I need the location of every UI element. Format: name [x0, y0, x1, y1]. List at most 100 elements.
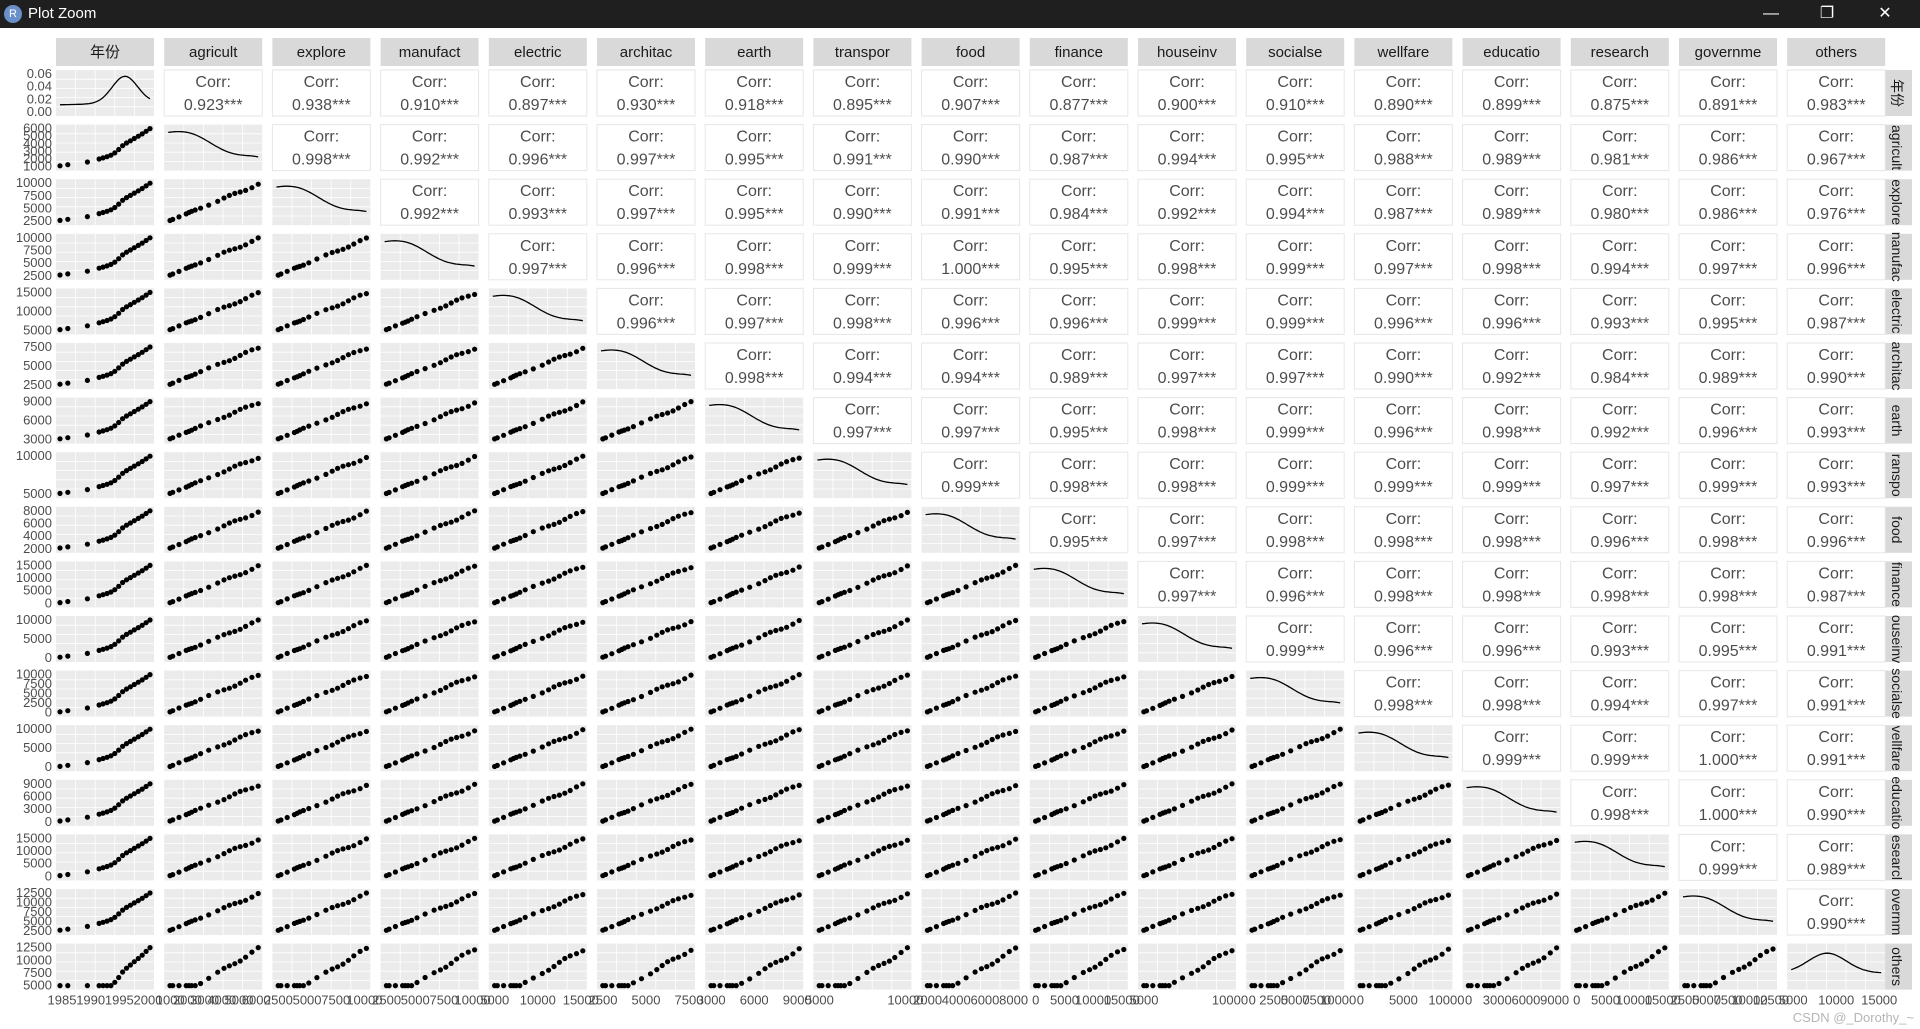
data-point [1087, 850, 1093, 856]
data-point [1258, 814, 1264, 820]
data-point [1042, 760, 1048, 766]
data-point [819, 817, 825, 823]
data-point [995, 734, 1001, 740]
data-point [670, 570, 676, 576]
data-point [335, 303, 341, 309]
data-point [84, 541, 90, 547]
data-point [647, 635, 654, 641]
corr-label: Corr: [1602, 511, 1638, 528]
data-point [340, 246, 346, 252]
data-point [1628, 904, 1634, 911]
corr-value: 1.000*** [1699, 807, 1758, 824]
data-point [670, 462, 676, 468]
data-point [306, 423, 312, 429]
minimize-button[interactable]: — [1748, 0, 1794, 28]
data-point [1097, 961, 1103, 967]
data-point [551, 963, 557, 970]
x-tick-label: 15000 [1861, 993, 1897, 1008]
data-point [345, 244, 351, 250]
corr-value: 0.997*** [1590, 479, 1649, 496]
y-tick-label: 3000 [23, 432, 52, 447]
data-point [573, 566, 580, 572]
data-point [329, 577, 335, 583]
data-point [1525, 962, 1531, 968]
data-point [675, 787, 682, 793]
data-point [345, 626, 351, 632]
data-point [886, 843, 893, 850]
data-point [876, 685, 882, 691]
data-point [955, 980, 961, 986]
data-point [116, 310, 122, 316]
data-point [323, 362, 329, 368]
corr-value: 0.997*** [1699, 261, 1758, 278]
corr-label: Corr: [845, 238, 881, 255]
data-point [733, 480, 739, 486]
data-point [625, 480, 631, 486]
data-point [84, 432, 90, 438]
corr-value: 0.990*** [1807, 807, 1866, 824]
data-point [1216, 788, 1222, 794]
data-point [892, 897, 898, 903]
data-point [1331, 783, 1337, 790]
data-point [539, 525, 545, 531]
data-point [630, 424, 637, 430]
scatter-panel [380, 943, 479, 990]
data-point [665, 519, 671, 525]
data-point [278, 983, 284, 989]
corr-label: Corr: [1277, 238, 1313, 255]
data-point [796, 727, 802, 733]
y-tick-label: 5000 [23, 486, 52, 501]
data-point [409, 590, 415, 596]
data-point [972, 853, 978, 860]
column-strip-label: architac [620, 44, 673, 61]
data-point [363, 346, 369, 352]
data-point [112, 314, 118, 320]
data-point [688, 892, 694, 898]
data-point [638, 420, 645, 426]
maximize-button[interactable]: ❐ [1804, 0, 1850, 28]
data-point [226, 466, 232, 472]
data-point [539, 744, 545, 750]
data-point [221, 577, 227, 583]
data-point [112, 477, 118, 484]
data-point [963, 912, 969, 918]
data-point [841, 983, 848, 989]
data-point [215, 580, 221, 586]
data-point [329, 904, 335, 911]
data-point [1097, 736, 1103, 742]
data-point [1195, 905, 1201, 912]
column-strip-label: socialse [1268, 44, 1322, 61]
data-point [1042, 869, 1048, 875]
data-point [57, 381, 63, 387]
data-point [65, 271, 71, 277]
data-point [546, 523, 552, 529]
column-strip-label: wellfare [1377, 44, 1430, 61]
data-point [392, 705, 398, 711]
data-point [284, 705, 290, 711]
data-point [1288, 911, 1294, 917]
data-point [567, 895, 573, 901]
data-point [1388, 805, 1394, 811]
data-point [1150, 923, 1156, 930]
data-point [847, 587, 853, 594]
data-point [221, 414, 227, 420]
data-point [414, 423, 420, 429]
data-point [414, 751, 420, 757]
column-strip-label: earth [737, 44, 771, 61]
data-point [176, 432, 182, 438]
data-point [84, 323, 90, 329]
data-point [472, 947, 478, 953]
close-button[interactable]: ✕ [1862, 0, 1908, 28]
data-point [249, 347, 255, 353]
data-point [501, 432, 507, 438]
data-point [65, 380, 71, 386]
data-point [1644, 958, 1650, 964]
data-point [192, 317, 198, 323]
data-point [147, 508, 153, 514]
data-point [665, 900, 671, 906]
corr-value: 0.891*** [1699, 97, 1758, 114]
data-point [465, 349, 471, 355]
corr-label: Corr: [1710, 74, 1746, 91]
data-point [206, 475, 212, 481]
data-point [609, 651, 615, 657]
